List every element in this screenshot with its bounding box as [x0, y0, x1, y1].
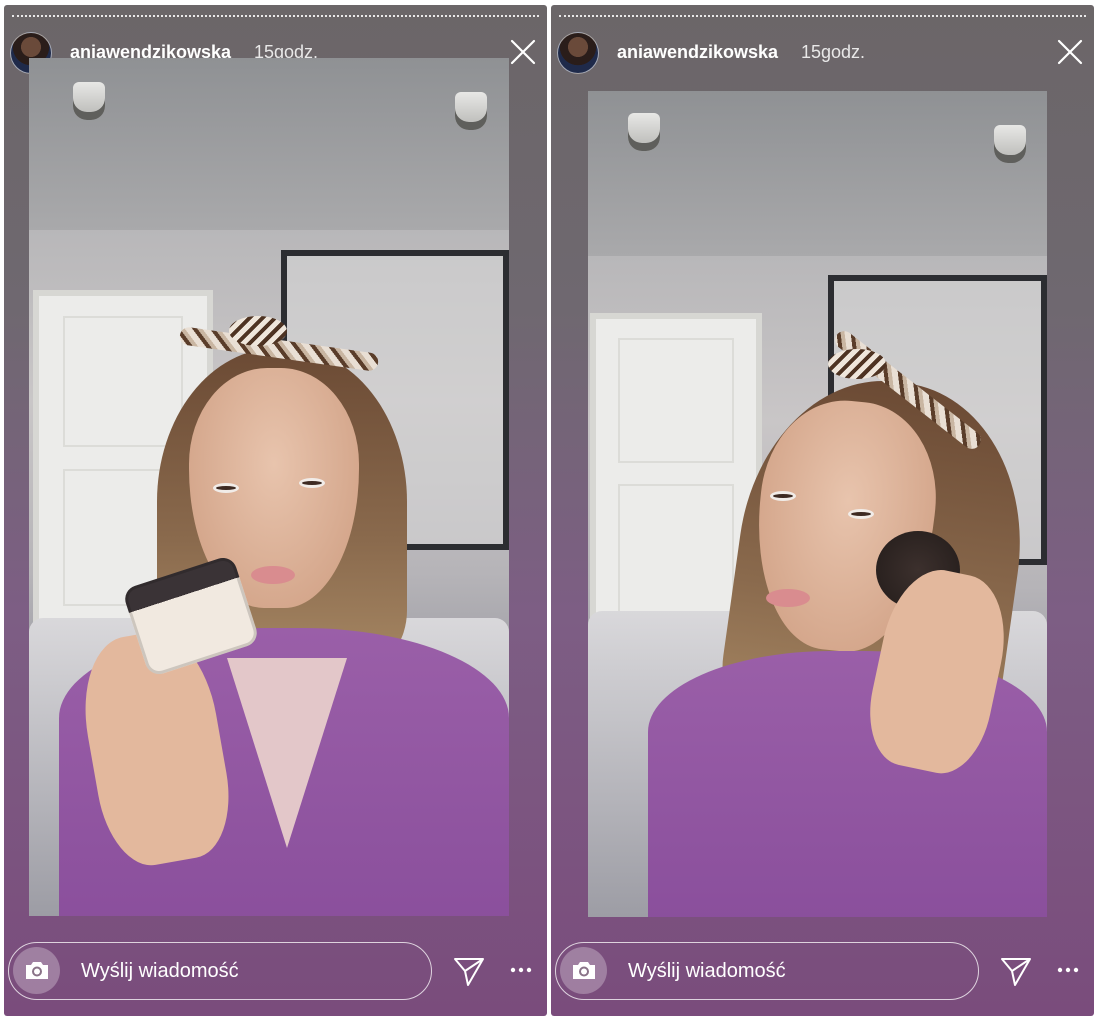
more-icon[interactable]: [1056, 958, 1080, 982]
story-video[interactable]: [588, 91, 1047, 917]
username[interactable]: aniawendzikowska: [617, 42, 778, 63]
person: [588, 91, 1047, 917]
message-input[interactable]: Wyślij wiadomość: [555, 942, 979, 1000]
story-video[interactable]: [29, 58, 509, 916]
avatar[interactable]: [557, 32, 599, 74]
camera-icon[interactable]: [560, 947, 607, 994]
story-progress-bar: [559, 15, 1086, 17]
close-icon[interactable]: [1056, 38, 1084, 66]
message-placeholder: Wyślij wiadomość: [81, 960, 239, 982]
message-placeholder: Wyślij wiadomość: [628, 960, 786, 982]
person: [29, 58, 509, 916]
story-panel-right[interactable]: aniawendzikowska 15godz. Wyślij wiadomoś…: [551, 5, 1094, 1016]
close-icon[interactable]: [509, 38, 537, 66]
story-footer: Wyślij wiadomość: [551, 936, 1094, 1016]
story-footer: Wyślij wiadomość: [4, 936, 547, 1016]
story-header: aniawendzikowska 15godz.: [555, 32, 1084, 76]
story-progress-bar: [12, 15, 539, 17]
post-time: 15godz.: [801, 42, 866, 62]
more-icon[interactable]: [509, 958, 533, 982]
story-panel-left[interactable]: aniawendzikowska 15godz. Wyślij wiadomoś…: [4, 5, 547, 1016]
camera-icon[interactable]: [13, 947, 60, 994]
send-icon[interactable]: [452, 954, 486, 988]
message-input[interactable]: Wyślij wiadomość: [8, 942, 432, 1000]
send-icon[interactable]: [999, 954, 1033, 988]
